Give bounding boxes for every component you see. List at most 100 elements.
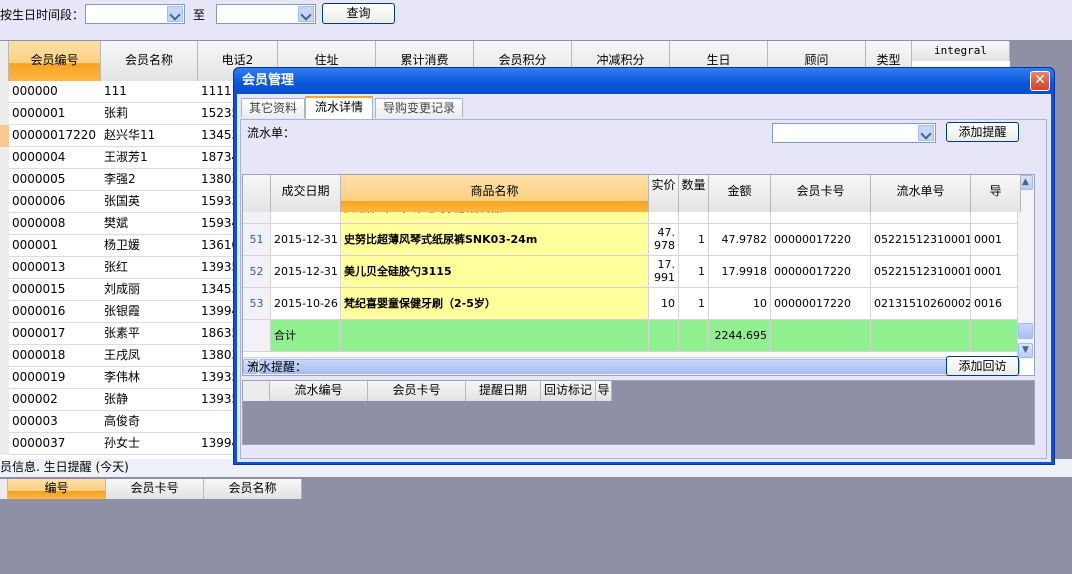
row-selector[interactable] [0, 257, 9, 279]
chevron-down-icon[interactable] [167, 6, 183, 22]
row-selector[interactable] [0, 301, 9, 323]
table-row[interactable]: 0000004 王淑芳1 18734 [0, 147, 239, 169]
scroll-thumb[interactable] [259, 359, 953, 374]
guide-header[interactable]: 导 [971, 175, 1021, 212]
row-selector[interactable] [0, 323, 9, 345]
table-row[interactable]: 0000019 李伟林 13935 [0, 367, 239, 389]
chevron-down-icon[interactable] [298, 6, 314, 22]
guide-cell: 0001 [971, 256, 1021, 288]
row-selector[interactable] [0, 103, 9, 125]
tab-other-info[interactable]: 其它资料 [241, 98, 305, 118]
add-visit-button[interactable]: 添加回访 [946, 356, 1019, 376]
add-remind-button[interactable]: 添加提醒 [946, 122, 1019, 142]
birthday-grid[interactable]: 编号 会员卡号 会员名称 [0, 479, 302, 501]
dialog-title[interactable]: 会员管理 [234, 68, 1054, 94]
horizontal-scrollbar[interactable]: ◄ ► [243, 357, 1020, 375]
total-cell [679, 320, 709, 352]
product-name-cell: 美儿贝全硅胶勺3115 [341, 256, 649, 288]
chevron-down-icon[interactable] [918, 125, 934, 141]
grid-corner [0, 479, 8, 499]
tab-flow-detail[interactable]: 流水详情 [305, 96, 373, 119]
column-header[interactable]: 会员卡号 [368, 381, 466, 401]
table-row[interactable]: 0000037 孙女士 13994 [0, 433, 239, 455]
table-row[interactable]: 000001 杨卫媛 13610 [0, 235, 239, 257]
column-header[interactable]: 编号 [8, 479, 106, 499]
table-row[interactable]: 0000013 张红 13935 [0, 257, 239, 279]
member-name-cell: 刘成丽 [104, 282, 141, 296]
card-cell: 00000017220 [771, 288, 871, 320]
flow-detail-grid[interactable]: 502015-12-31婴之伴（99）繁已号托肌粉商品F-41789125.78… [242, 174, 1035, 376]
member-id-cell: 0000013 [12, 260, 66, 274]
member-name-cell: 张红 [104, 260, 129, 274]
table-row[interactable]: 000003 高俊奇 [0, 411, 236, 433]
column-header[interactable]: 提醒日期 [466, 381, 541, 401]
grid-corner [243, 381, 270, 401]
table-row[interactable]: 0000018 王戌凤 13803 [0, 345, 239, 367]
qty-cell: 1 [679, 224, 709, 256]
table-row[interactable]: 0000005 李强2 13803 [0, 169, 239, 191]
member-name-cell: 111 [104, 84, 127, 98]
column-header[interactable]: 回访标记 [541, 381, 596, 401]
tab-guide-change-log[interactable]: 导购变更记录 [375, 98, 463, 118]
column-header[interactable]: 流水编号 [270, 381, 368, 401]
birthday-range-label: 按生日时间段： [0, 8, 85, 22]
table-row[interactable]: 00000017220 赵兴华11 13453 [0, 125, 239, 147]
column-header[interactable]: 会员编号 [9, 41, 101, 81]
member-name-cell: 张莉 [104, 106, 129, 120]
amount-cell: 17.9918 [709, 256, 771, 288]
row-selector[interactable] [0, 213, 9, 235]
row-selector[interactable] [0, 411, 9, 433]
column-header[interactable]: 会员名称 [204, 479, 302, 499]
table-row[interactable]: 0000017 张素平 18635 [0, 323, 239, 345]
row-selector[interactable] [0, 389, 9, 411]
row-selector[interactable] [0, 279, 9, 301]
flow-remind-grid[interactable]: 流水编号 会员卡号 提醒日期 回访标记 导 [242, 380, 1035, 445]
qty-header[interactable]: 数量 [679, 175, 709, 212]
table-row[interactable]: 0000001 张莉 15235 [0, 103, 239, 125]
price-cell: 47.978 [649, 224, 679, 256]
query-button[interactable]: 查询 [322, 3, 395, 24]
column-header[interactable]: 会员卡号 [106, 479, 204, 499]
table-row[interactable]: 0000015 刘成丽 13453 [0, 279, 239, 301]
table-row[interactable]: 0000016 张银霞 13994 [0, 301, 239, 323]
amount-cell: 10 [709, 288, 771, 320]
flow-select[interactable] [772, 123, 936, 143]
remind-label: 流水提醒： [247, 360, 308, 374]
close-icon[interactable]: ✕ [1030, 71, 1050, 91]
total-amount: 2244.695 [709, 320, 771, 352]
scroll-thumb[interactable] [1018, 323, 1033, 339]
guide-cell: 0001 [971, 224, 1021, 256]
table-row[interactable]: 000002 张静 13935 [0, 389, 239, 411]
row-selector[interactable] [0, 81, 9, 103]
serial-header[interactable]: 流水单号 [871, 175, 971, 212]
member-id-cell: 0000037 [12, 436, 66, 450]
card-header[interactable]: 会员卡号 [771, 175, 871, 212]
date-header[interactable]: 成交日期 [271, 175, 341, 212]
amount-header[interactable]: 金额 [709, 175, 771, 212]
column-header[interactable]: 会员名称 [101, 41, 198, 81]
row-selector[interactable] [0, 147, 9, 169]
table-row[interactable]: 0000006 张国英 15933 [0, 191, 239, 213]
birthday-start-select[interactable] [85, 4, 185, 24]
row-selector[interactable] [0, 367, 9, 389]
row-selector[interactable] [0, 125, 9, 147]
row-selector[interactable] [0, 433, 9, 455]
member-name-cell: 李强2 [104, 172, 136, 186]
scroll-down-icon[interactable]: ▼ [1018, 343, 1033, 358]
member-name-cell: 樊斌 [104, 216, 129, 230]
row-selector[interactable] [0, 191, 9, 213]
column-header[interactable]: integral [912, 41, 1010, 61]
price-header[interactable]: 实价 [649, 175, 679, 212]
row-selector[interactable] [0, 169, 9, 191]
member-name-cell: 孙女士 [104, 436, 141, 450]
card-cell: 00000017220 [771, 224, 871, 256]
column-header[interactable]: 导 [596, 381, 612, 401]
member-name-cell: 张银霞 [104, 304, 141, 318]
row-selector[interactable] [0, 235, 9, 257]
row-selector[interactable] [0, 345, 9, 367]
table-row[interactable]: 000000 111 11111 [0, 81, 239, 103]
dialog-body: 其它资料 流水详情 导购变更记录 流水单： 添加提醒 502015-12-31婴… [237, 94, 1051, 462]
product-name-header[interactable]: 商品名称 [341, 175, 649, 212]
birthday-end-select[interactable] [216, 4, 316, 24]
table-row[interactable]: 0000008 樊斌 15934 [0, 213, 239, 235]
